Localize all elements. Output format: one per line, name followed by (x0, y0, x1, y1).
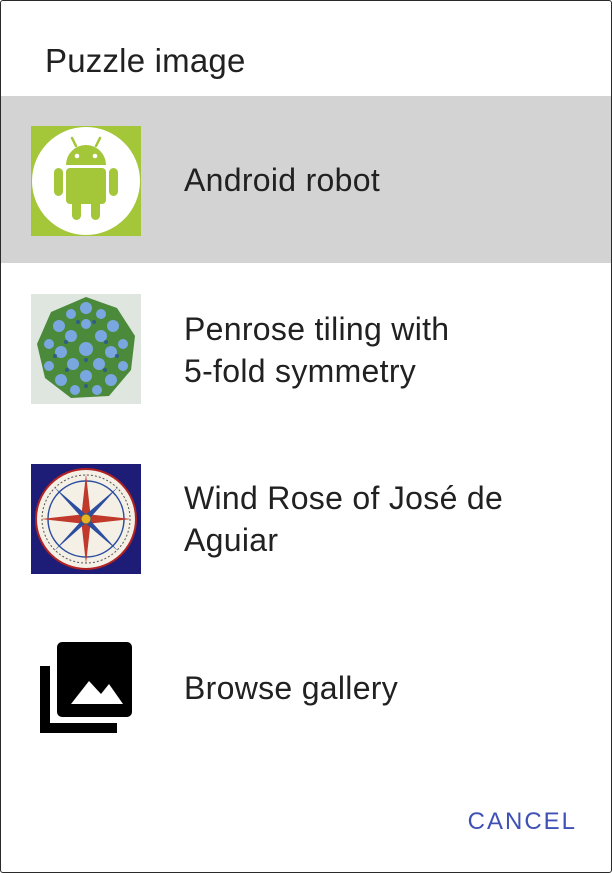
list-item-penrose-tiling[interactable]: Penrose tiling with 5-fold symmetry (1, 263, 611, 431)
item-label-wind-rose-line2: Aguiar (184, 522, 279, 558)
gallery-icon (31, 632, 141, 742)
android-robot-icon (31, 126, 141, 236)
list-item-browse-gallery[interactable]: Browse gallery (1, 607, 611, 767)
item-label-browse-gallery: Browse gallery (184, 670, 399, 706)
penrose-tiling-icon (31, 294, 141, 404)
puzzle-image-dialog: Puzzle image Android robot Penrose tilin… (0, 0, 612, 873)
cancel-button[interactable]: CANCEL (468, 808, 577, 836)
item-label-android-robot: Android robot (184, 162, 381, 198)
list-item-android-robot[interactable]: Android robot (1, 96, 611, 263)
dialog-actions: CANCEL (468, 808, 577, 836)
item-label-penrose-line1: Penrose tiling with (184, 311, 450, 347)
item-label-penrose-line2: 5-fold symmetry (184, 353, 417, 389)
list-item-wind-rose[interactable]: Wind Rose of José de Aguiar (1, 431, 611, 607)
wind-rose-icon (31, 464, 141, 574)
item-label-wind-rose-line1: Wind Rose of José de (184, 480, 504, 516)
dialog-title: Puzzle image (45, 42, 246, 79)
